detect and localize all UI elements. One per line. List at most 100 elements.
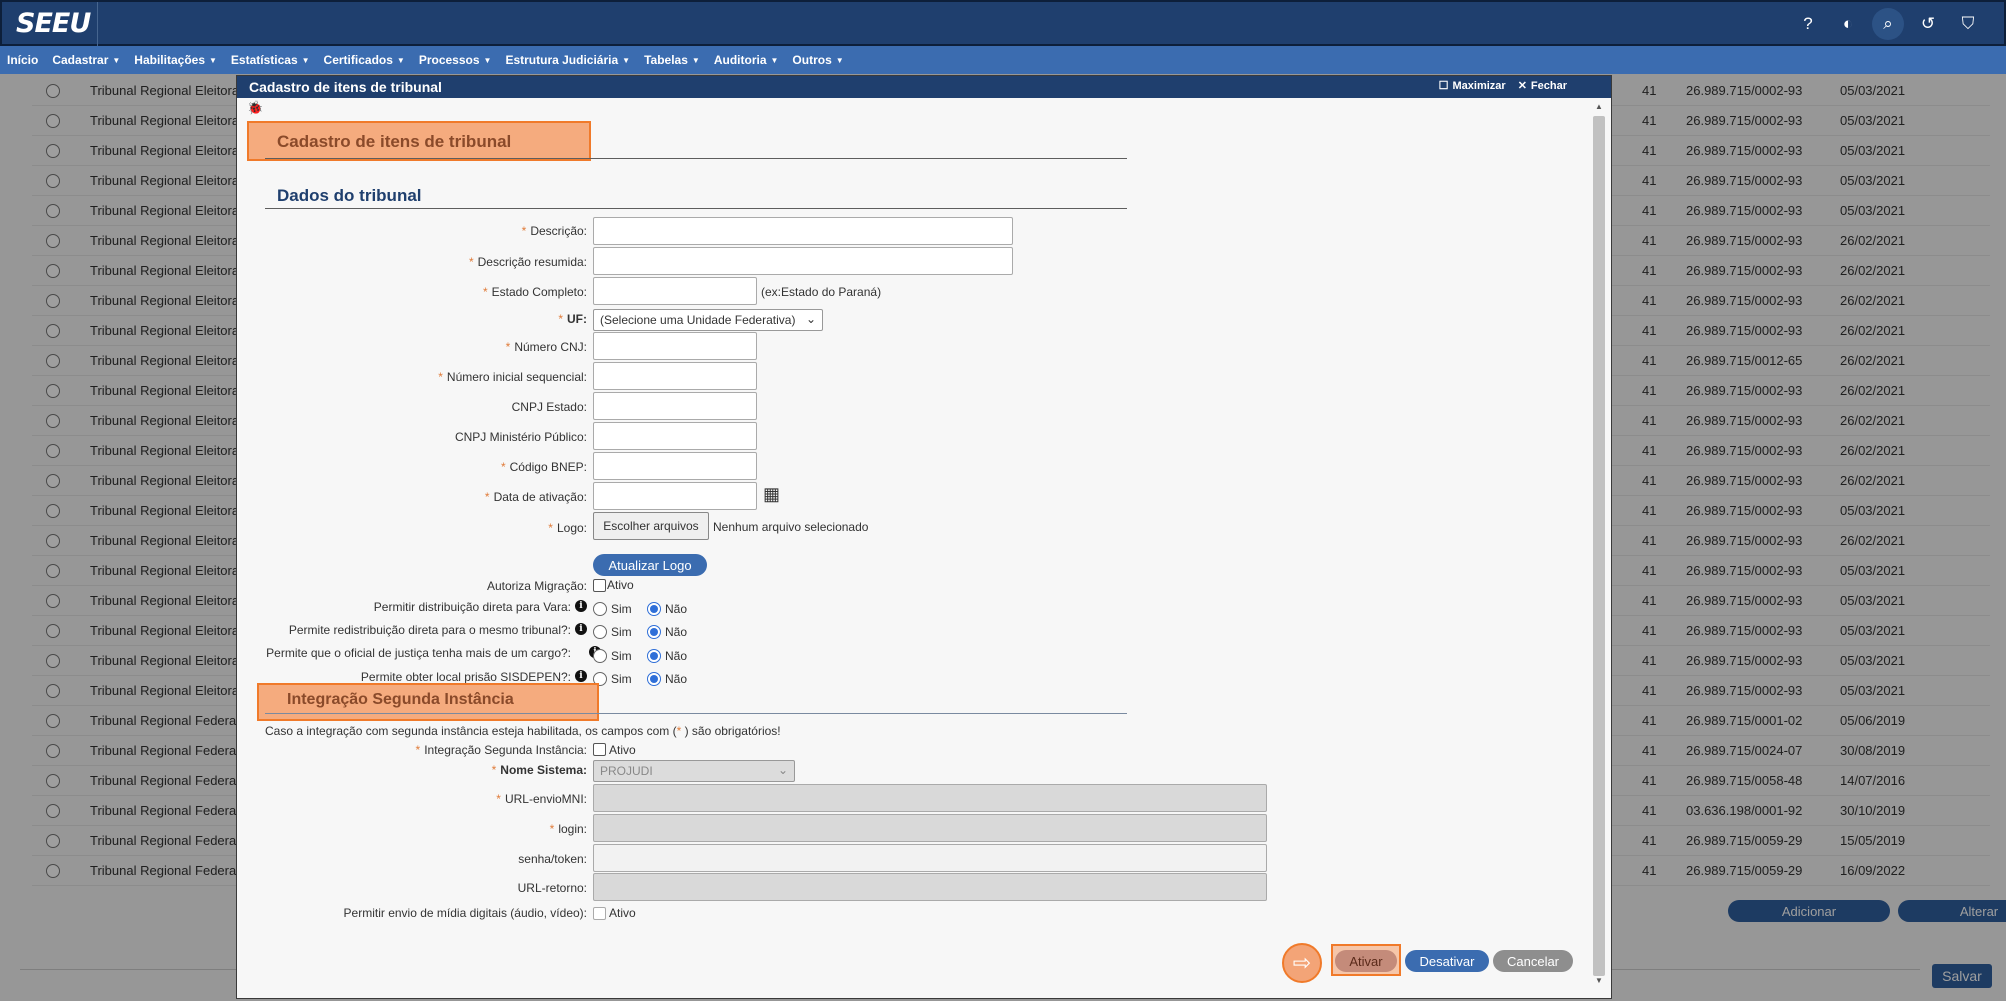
sisdepen-label: Permite obter local prisão SISDEPEN?:: [360, 670, 571, 684]
modal-titlebar: Cadastro de itens de tribunal ☐ Maximizar…: [237, 76, 1611, 98]
nome-sistema-select[interactable]: PROJUDI ⌄: [593, 760, 795, 782]
oficial-nao-radio[interactable]: [647, 649, 661, 663]
oficial-sim-radio[interactable]: [593, 649, 607, 663]
chevron-down-icon: ▼: [483, 55, 492, 65]
bug-icon[interactable]: 🐞: [247, 100, 263, 116]
calendar-icon[interactable]: ▦: [763, 484, 780, 505]
url-retorno-label: URL-retorno:: [517, 881, 587, 895]
history-icon[interactable]: ↺: [1912, 8, 1944, 40]
data-ativacao-input[interactable]: [593, 482, 757, 510]
integracao-checkbox[interactable]: [593, 743, 606, 756]
help-icon[interactable]: ?: [1792, 8, 1824, 40]
top-bar: SEEU ? ◐ ⌕ ↺ ⛉: [0, 0, 2006, 46]
chevron-down-icon: ▼: [835, 55, 844, 65]
senha-label: senha/token:: [518, 852, 587, 866]
menu-estrutura-judiciaria[interactable]: Estrutura Judiciária ▼: [505, 53, 630, 67]
distribuicao-nao-radio[interactable]: [647, 602, 661, 616]
estado-completo-label: * Estado Completo:: [482, 285, 587, 299]
integracao-label: * Integração Segunda Instância:: [415, 743, 587, 757]
autoriza-migracao-label: Autoriza Migração:: [486, 579, 587, 593]
codigo-bnep-label: * Código BNEP:: [500, 460, 587, 474]
bookmark-icon[interactable]: ⛉: [1952, 8, 1984, 40]
numero-inicial-input[interactable]: [593, 362, 757, 390]
choose-file-button[interactable]: Escolher arquivos: [593, 512, 709, 540]
menu-auditoria[interactable]: Auditoria ▼: [714, 53, 779, 67]
radio-label: Não: [665, 649, 688, 663]
cnpj-estado-input[interactable]: [593, 392, 757, 420]
radio-label: Sim: [611, 649, 632, 663]
theme-icon[interactable]: ◐: [1832, 8, 1864, 40]
redistribuicao-label: Permite redistribuição direta para o mes…: [288, 623, 571, 637]
scroll-thumb[interactable]: [1593, 116, 1605, 976]
descricao-resumida-label: * Descrição resumida:: [468, 255, 587, 269]
desativar-button[interactable]: Desativar: [1405, 950, 1489, 972]
modal-scrollbar[interactable]: ▲ ▼: [1593, 102, 1605, 996]
uf-label: * UF:: [558, 312, 587, 326]
close-button[interactable]: ✕ Fechar: [1518, 79, 1567, 93]
menu-processos[interactable]: Processos ▼: [419, 53, 492, 67]
distribuicao-direta-label: Permitir distribuição direta para Vara:: [373, 600, 571, 614]
chevron-down-icon: ⌄: [805, 312, 816, 326]
cnpj-mp-input[interactable]: [593, 422, 757, 450]
midia-checkbox[interactable]: [593, 907, 606, 920]
maximize-button[interactable]: ☐ Maximizar: [1438, 79, 1506, 93]
radio-label: Não: [665, 625, 688, 639]
cadastro-modal: Cadastro de itens de tribunal ☐ Maximizar…: [236, 75, 1612, 999]
chevron-down-icon: ▼: [112, 55, 121, 65]
menu-estatisticas[interactable]: Estatísticas ▼: [231, 53, 310, 67]
cnpj-mp-label: CNPJ Ministério Público:: [454, 430, 587, 444]
divider: [265, 208, 1127, 209]
modal-title: Cadastro de itens de tribunal: [249, 79, 442, 95]
url-retorno-input[interactable]: [593, 873, 1267, 901]
uf-select[interactable]: (Selecione uma Unidade Federativa) ⌄: [593, 309, 823, 331]
cnpj-estado-label: CNPJ Estado:: [511, 400, 587, 414]
top-icons: ? ◐ ⌕ ↺ ⛉: [1792, 8, 1984, 40]
autoriza-migracao-checkbox[interactable]: [593, 579, 606, 592]
descricao-resumida-input[interactable]: [593, 247, 1013, 275]
senha-input[interactable]: [593, 844, 1267, 872]
scroll-up-icon[interactable]: ▲: [1593, 102, 1605, 116]
menu-habilitacoes[interactable]: Habilitações ▼: [134, 53, 217, 67]
logo-divider: [97, 2, 98, 46]
data-ativacao-label: * Data de ativação:: [484, 490, 587, 504]
cancelar-button[interactable]: Cancelar: [1493, 950, 1573, 972]
midia-ativo: Ativo: [609, 906, 636, 920]
codigo-bnep-input[interactable]: [593, 452, 757, 480]
divider: [265, 713, 1127, 714]
chevron-down-icon: ▼: [622, 55, 631, 65]
menu-tabelas[interactable]: Tabelas ▼: [644, 53, 700, 67]
info-icon[interactable]: i: [575, 670, 587, 682]
ativar-button[interactable]: Ativar: [1335, 950, 1397, 972]
estado-completo-input[interactable]: [593, 277, 757, 305]
menu-cadastrar[interactable]: Cadastrar ▼: [52, 53, 120, 67]
redistribuicao-nao-radio[interactable]: [647, 625, 661, 639]
app-logo[interactable]: SEEU: [16, 8, 91, 39]
divider: [265, 158, 1127, 159]
info-icon[interactable]: i: [575, 623, 587, 635]
radio-label: Sim: [611, 672, 632, 686]
radio-label: Não: [665, 602, 688, 616]
chevron-down-icon: ▼: [396, 55, 405, 65]
chevron-down-icon: ▼: [770, 55, 779, 65]
nome-sistema-label: * Nome Sistema:: [491, 763, 587, 777]
main-menu: Início Cadastrar ▼ Habilitações ▼ Estatíst…: [0, 46, 2006, 74]
oficial-justica-label: Permite que o oficial de justiça tenha m…: [266, 646, 571, 660]
menu-outros[interactable]: Outros ▼: [792, 53, 843, 67]
distribuicao-sim-radio[interactable]: [593, 602, 607, 616]
menu-inicio[interactable]: Início: [7, 53, 38, 67]
atualizar-logo-button[interactable]: Atualizar Logo: [593, 554, 707, 576]
midia-label: Permitir envio de mídia digitais (áudio,…: [343, 906, 587, 920]
chevron-down-icon: ▼: [691, 55, 700, 65]
scroll-down-icon[interactable]: ▼: [1593, 976, 1605, 990]
maximize-icon: ☐: [1438, 80, 1449, 92]
descricao-input[interactable]: [593, 217, 1013, 245]
menu-certificados[interactable]: Certificados ▼: [324, 53, 405, 67]
login-input[interactable]: [593, 814, 1267, 842]
numero-cnj-input[interactable]: [593, 332, 757, 360]
redistribuicao-sim-radio[interactable]: [593, 625, 607, 639]
sisdepen-nao-radio[interactable]: [647, 672, 661, 686]
url-envio-input[interactable]: [593, 784, 1267, 812]
search-icon[interactable]: ⌕: [1872, 8, 1904, 40]
integracao-note: Caso a integração com segunda instância …: [265, 724, 781, 738]
info-icon[interactable]: i: [575, 600, 587, 612]
